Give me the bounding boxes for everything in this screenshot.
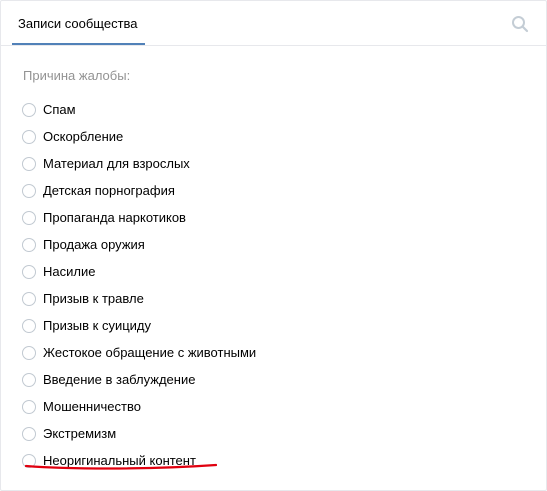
panel-header: Записи сообщества [1, 1, 546, 46]
reason-label: Мошенничество [43, 399, 141, 414]
radio-button[interactable] [22, 318, 36, 333]
search-icon [512, 16, 529, 33]
radio-button[interactable] [22, 156, 36, 171]
report-panel: Записи сообщества Причина жалобы: Спам О… [0, 0, 547, 491]
radio-button[interactable] [22, 183, 36, 198]
search-button[interactable] [511, 15, 529, 33]
reason-label: Материал для взрослых [43, 156, 190, 171]
radio-button[interactable] [22, 210, 36, 225]
report-reason-title: Причина жалобы: [23, 68, 131, 83]
reason-option[interactable]: Введение в заблуждение [22, 366, 256, 393]
radio-button[interactable] [22, 129, 36, 144]
reason-label: Жестокое обращение с животными [43, 345, 257, 360]
reason-option[interactable]: Продажа оружия [22, 231, 256, 258]
reason-label: Призыв к травле [43, 291, 144, 306]
reason-label: Неоригинальный контент [43, 453, 196, 468]
reason-label: Продажа оружия [43, 237, 145, 252]
radio-button[interactable] [22, 453, 36, 468]
report-reason-list: Спам Оскорбление Материал для взрослых Д… [22, 96, 256, 474]
reason-option[interactable]: Материал для взрослых [22, 150, 256, 177]
radio-button[interactable] [22, 102, 36, 117]
reason-option[interactable]: Детская порнография [22, 177, 256, 204]
radio-button[interactable] [22, 372, 36, 387]
radio-button[interactable] [22, 399, 36, 414]
radio-button[interactable] [22, 426, 36, 441]
reason-option[interactable]: Спам [22, 96, 256, 123]
reason-option[interactable]: Оскорбление [22, 123, 256, 150]
reason-option[interactable]: Призыв к травле [22, 285, 256, 312]
reason-option[interactable]: Неоригинальный контент [22, 447, 256, 474]
reason-label: Призыв к суициду [43, 318, 152, 333]
reason-option[interactable]: Экстремизм [22, 420, 256, 447]
reason-label: Детская порнография [43, 183, 175, 198]
radio-button[interactable] [22, 237, 36, 252]
reason-label: Насилие [43, 264, 96, 279]
radio-button[interactable] [22, 345, 36, 360]
reason-option[interactable]: Призыв к суициду [22, 312, 256, 339]
tab-community-posts[interactable]: Записи сообщества [12, 1, 145, 44]
reason-option[interactable]: Насилие [22, 258, 256, 285]
tab-label: Записи сообщества [18, 16, 138, 31]
reason-option[interactable]: Жестокое обращение с животными [22, 339, 256, 366]
reason-label: Спам [43, 102, 76, 117]
radio-button[interactable] [22, 264, 36, 279]
reason-label: Оскорбление [43, 129, 124, 144]
reason-option[interactable]: Мошенничество [22, 393, 256, 420]
reason-option[interactable]: Пропаганда наркотиков [22, 204, 256, 231]
reason-label: Пропаганда наркотиков [43, 210, 186, 225]
reason-label: Экстремизм [43, 426, 117, 441]
active-tab-indicator [12, 43, 145, 45]
reason-label: Введение в заблуждение [43, 372, 196, 387]
radio-button[interactable] [22, 291, 36, 306]
